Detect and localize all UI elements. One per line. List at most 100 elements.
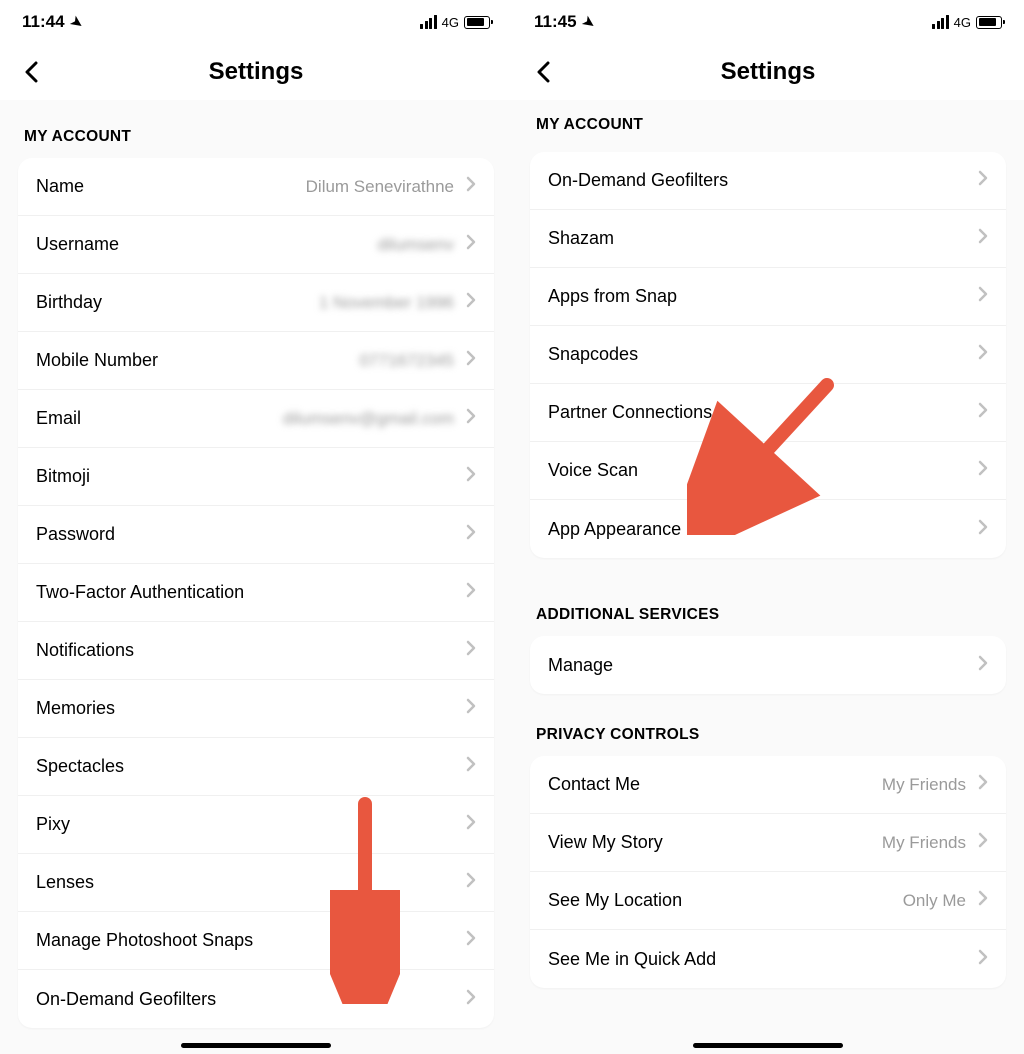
status-right: 4G [932,15,1002,30]
nav-header: Settings [512,44,1024,100]
row-label: Pixy [36,814,70,835]
row-label: Voice Scan [548,460,638,481]
status-left: 11:45 ➤ [534,12,594,32]
status-time: 11:45 [534,12,577,32]
phone-right: 11:45 ➤ 4G Settings MY ACCOUNT On-Demand… [512,0,1024,1054]
row-label: See Me in Quick Add [548,949,716,970]
signal-icon [932,15,949,29]
row-right: Dilum Senevirathne [306,176,476,197]
row-right: Only Me [903,890,988,911]
row-manage[interactable]: Manage [530,636,1006,694]
row-lenses[interactable]: Lenses [18,854,494,912]
row-value: My Friends [882,833,966,853]
chevron-right-icon [466,698,476,719]
row-label: Apps from Snap [548,286,677,307]
section-header-additional-services: ADDITIONAL SERVICES [512,558,1024,636]
row-right [978,655,988,676]
row-voice-scan[interactable]: Voice Scan [530,442,1006,500]
row-right [466,989,476,1010]
status-bar: 11:45 ➤ 4G [512,0,1024,44]
row-name[interactable]: NameDilum Senevirathne [18,158,494,216]
chevron-right-icon [978,286,988,307]
row-two-factor-authentication[interactable]: Two-Factor Authentication [18,564,494,622]
chevron-right-icon [466,176,476,197]
row-value: dilumsenv@gmail.com [283,409,454,429]
row-see-me-in-quick-add[interactable]: See Me in Quick Add [530,930,1006,988]
row-password[interactable]: Password [18,506,494,564]
row-label: Memories [36,698,115,719]
row-right [466,582,476,603]
chevron-right-icon [978,344,988,365]
status-right: 4G [420,15,490,30]
row-label: Partner Connections [548,402,712,423]
row-label: Spectacles [36,756,124,777]
home-indicator [693,1043,843,1048]
row-pixy[interactable]: Pixy [18,796,494,854]
row-right [978,402,988,423]
row-spectacles[interactable]: Spectacles [18,738,494,796]
chevron-right-icon [466,872,476,893]
row-value: Only Me [903,891,966,911]
back-button[interactable] [528,57,558,87]
page-title: Settings [209,58,304,86]
chevron-right-icon [978,402,988,423]
row-right [978,344,988,365]
row-notifications[interactable]: Notifications [18,622,494,680]
row-label: Bitmoji [36,466,90,487]
chevron-right-icon [466,350,476,371]
chevron-left-icon [536,61,550,83]
location-icon: ➤ [579,12,598,33]
signal-icon [420,15,437,29]
row-bitmoji[interactable]: Bitmoji [18,448,494,506]
row-mobile-number[interactable]: Mobile Number 0771672345 [18,332,494,390]
row-label: View My Story [548,832,663,853]
section-header-my-account: MY ACCOUNT [0,100,512,158]
chevron-left-icon [24,61,38,83]
back-button[interactable] [16,57,46,87]
row-label: Contact Me [548,774,640,795]
section-header-privacy-controls: PRIVACY CONTROLS [512,694,1024,756]
chevron-right-icon [466,524,476,545]
chevron-right-icon [466,292,476,313]
content[interactable]: MY ACCOUNT NameDilum SenevirathneUsernam… [0,100,512,1054]
row-value: 1 November 1996 [319,293,454,313]
row-partner-connections[interactable]: Partner Connections [530,384,1006,442]
row-contact-me[interactable]: Contact MeMy Friends [530,756,1006,814]
chevron-right-icon [978,460,988,481]
status-bar: 11:44 ➤ 4G [0,0,512,44]
chevron-right-icon [978,170,988,191]
row-apps-from-snap[interactable]: Apps from Snap [530,268,1006,326]
row-value: Dilum Senevirathne [306,177,454,197]
status-left: 11:44 ➤ [22,12,82,32]
row-label: App Appearance [548,519,681,540]
row-snapcodes[interactable]: Snapcodes [530,326,1006,384]
row-on-demand-geofilters[interactable]: On-Demand Geofilters [18,970,494,1028]
row-see-my-location[interactable]: See My Location Only Me [530,872,1006,930]
row-right [978,286,988,307]
content[interactable]: MY ACCOUNT On-Demand GeofiltersShazamApp… [512,100,1024,1054]
battery-icon [464,16,490,29]
chevron-right-icon [466,234,476,255]
row-label: See My Location [548,890,682,911]
row-email[interactable]: Email dilumsenv@gmail.com [18,390,494,448]
row-birthday[interactable]: Birthday1 November 1996 [18,274,494,332]
row-manage-photoshoot-snaps[interactable]: Manage Photoshoot Snaps [18,912,494,970]
row-shazam[interactable]: Shazam [530,210,1006,268]
row-memories[interactable]: Memories [18,680,494,738]
row-app-appearance[interactable]: App Appearance [530,500,1006,558]
row-username[interactable]: Usernamedilumsenv [18,216,494,274]
chevron-right-icon [466,930,476,951]
row-value: 0771672345 [359,351,454,371]
network-label: 4G [954,15,971,30]
row-label: Email [36,408,81,429]
row-label: Mobile Number [36,350,158,371]
row-view-my-story[interactable]: View My Story My Friends [530,814,1006,872]
row-on-demand-geofilters[interactable]: On-Demand Geofilters [530,152,1006,210]
status-time: 11:44 [22,12,65,32]
chevron-right-icon [466,582,476,603]
row-label: Manage Photoshoot Snaps [36,930,253,951]
row-label: Notifications [36,640,134,661]
row-right [466,698,476,719]
row-value: dilumsenv [377,235,454,255]
chevron-right-icon [466,989,476,1010]
